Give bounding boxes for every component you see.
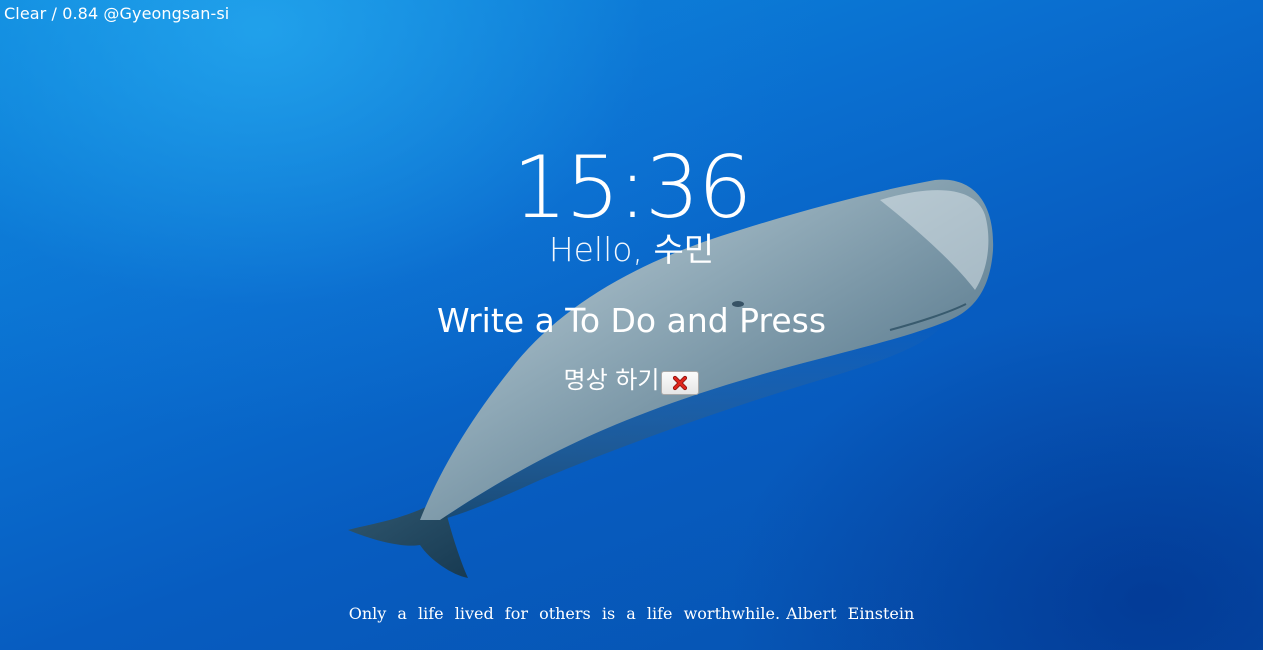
todo-item: 명상 하기 [564,362,700,398]
greeting-username: 수민 [653,230,715,269]
greeting: Hello, 수민 [0,228,1263,272]
delete-todo-button[interactable] [661,371,700,395]
greeting-hello: Hello, [548,230,654,269]
close-x-icon [672,375,688,391]
todo-prompt: Write a To Do and Press [436,301,827,340]
quote: Only a life lived for others is a life w… [0,602,1263,626]
quote-text: Only a life lived for others is a life w… [348,604,781,623]
todo-list: 명상 하기 [0,362,1263,398]
weather-location: Clear / 0.84 @Gyeongsan-si [4,4,230,23]
clock-time: 15:36 [512,138,753,238]
quote-author: Albert Einstein [786,604,915,623]
todo-item-text: 명상 하기 [563,366,660,394]
